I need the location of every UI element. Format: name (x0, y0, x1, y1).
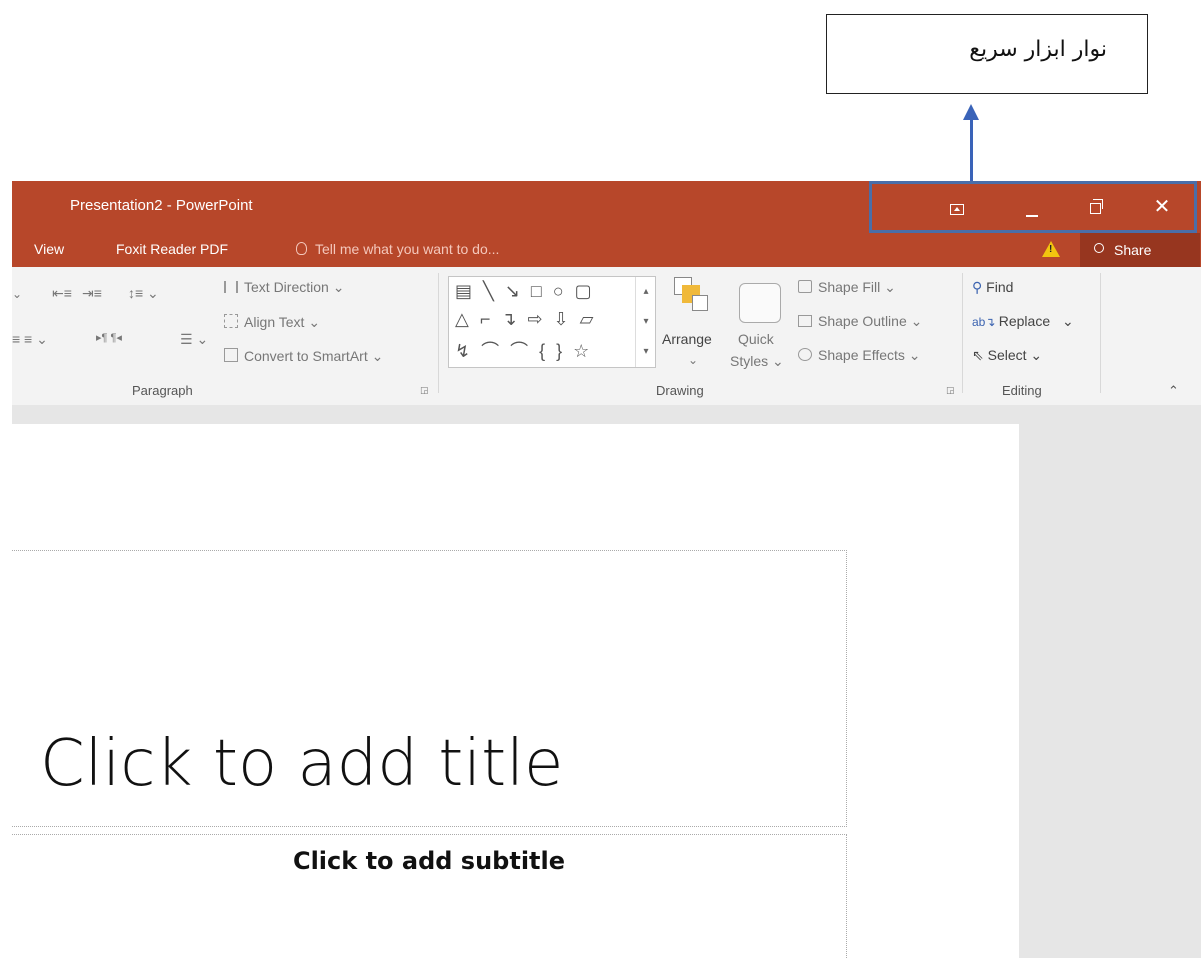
replace-button[interactable]: ab↴ Replace ⌄ (972, 313, 1074, 330)
editing-group-label: Editing (1002, 383, 1042, 398)
shapes-row: △ ⌐ ↴ ⇨ ⇩ ▱ (455, 309, 597, 329)
tell-me-text: Tell me what you want to do... (315, 241, 500, 257)
ribbon-tabs: View Foxit Reader PDF Tell me what you w… (12, 233, 1201, 267)
tab-foxit-reader-pdf[interactable]: Foxit Reader PDF (116, 241, 228, 257)
convert-smartart-button[interactable]: Convert to SmartArt ⌄ (224, 347, 383, 365)
drawing-group-label: Drawing (656, 383, 704, 398)
shape-effects-button[interactable]: Shape Effects ⌄ (798, 347, 921, 364)
increase-indent-icon[interactable]: ⇥≡ (82, 285, 102, 302)
group-separator (1100, 273, 1101, 393)
workspace: Click to add title Click to add subtitle (12, 405, 1201, 958)
arrange-button[interactable]: Arrange (662, 331, 712, 347)
dropdown-arrow-icon[interactable]: ⌄ (12, 287, 22, 301)
decrease-indent-icon[interactable]: ⇤≡ (52, 285, 72, 302)
select-button[interactable]: ⇖ Select ⌄ (972, 347, 1042, 364)
text-direction-icon (224, 281, 238, 293)
shapes-gallery[interactable]: ▤ ╲ ↘ □ ○ ▢ △ ⌐ ↴ ⇨ ⇩ ▱ ↯ ⌒ ⌒ { } ☆ ▴ ▾ … (448, 276, 656, 368)
title-placeholder-text: Click to add title (40, 727, 564, 801)
arrange-dropdown-icon[interactable]: ⌄ (688, 353, 698, 367)
align-text-icon (224, 314, 238, 328)
drawing-dialog-launcher-icon[interactable]: ◲ (946, 385, 955, 396)
shapes-row: ↯ ⌒ ⌒ { } ☆ (455, 341, 593, 361)
text-direction-button[interactable]: Text Direction ⌄ (224, 279, 344, 296)
shape-outline-button[interactable]: Shape Outline ⌄ (798, 313, 922, 330)
annotation-text: نوار ابزار سریع (969, 37, 1107, 62)
arrange-icon[interactable] (674, 277, 710, 317)
group-separator (438, 273, 439, 393)
tell-me-search[interactable]: Tell me what you want to do... (296, 241, 499, 257)
title-placeholder[interactable]: Click to add title (12, 550, 847, 827)
scroll-up-icon[interactable]: ▴ (636, 277, 656, 307)
group-separator (962, 273, 963, 393)
replace-icon: ab↴ (972, 315, 999, 329)
quick-styles-button[interactable]: Styles ⌄ (730, 353, 784, 370)
quick-styles-icon[interactable] (739, 283, 781, 323)
tab-view[interactable]: View (34, 241, 64, 257)
columns-icon[interactable]: ☰ ⌄ (180, 331, 208, 348)
warning-icon[interactable]: ! (1042, 241, 1060, 257)
shapes-row: ▤ ╲ ↘ □ ○ ▢ (455, 281, 595, 301)
subtitle-placeholder-text: Click to add subtitle (292, 847, 566, 875)
slide-canvas[interactable]: Click to add title Click to add subtitle (12, 424, 1019, 958)
window-title: Presentation2 - PowerPoint (70, 197, 253, 214)
smartart-icon (224, 348, 238, 362)
pencil-icon (798, 315, 812, 327)
subtitle-placeholder[interactable]: Click to add subtitle (12, 834, 847, 958)
line-spacing-icon[interactable]: ↕≡ ⌄ (128, 285, 159, 302)
text-direction-ltr-icon[interactable]: ▸¶ ¶◂ (96, 331, 122, 344)
shapes-gallery-scroll[interactable]: ▴ ▾ ▾ (635, 277, 656, 367)
paragraph-dialog-launcher-icon[interactable]: ◲ (420, 385, 429, 396)
share-label: Share (1114, 242, 1152, 258)
paint-bucket-icon (798, 280, 812, 293)
collapse-ribbon-icon[interactable]: ⌃ (1168, 383, 1179, 399)
quick-access-highlight (869, 181, 1197, 233)
lightbulb-icon (296, 242, 307, 255)
annotation-arrow (970, 118, 973, 182)
shape-fill-button[interactable]: Shape Fill ⌄ (798, 279, 896, 296)
ribbon: ⌄ ⇤≡ ⇥≡ ↕≡ ⌄ ≡ ≡ ⌄ ▸¶ ¶◂ ☰ ⌄ Text Direct… (12, 267, 1201, 406)
search-icon: ⚲ (972, 279, 987, 295)
person-icon (1094, 243, 1104, 253)
cursor-icon: ⇖ (972, 347, 988, 363)
align-text-button[interactable]: Align Text ⌄ (224, 313, 320, 331)
more-icon[interactable]: ▾ (636, 337, 656, 367)
shape-effects-icon (798, 348, 812, 361)
find-button[interactable]: ⚲ Find (972, 279, 1013, 296)
paragraph-group-label: Paragraph (132, 383, 193, 398)
quick-label[interactable]: Quick (738, 331, 774, 347)
justify-icon[interactable]: ≡ ≡ ⌄ (12, 331, 48, 348)
scroll-down-icon[interactable]: ▾ (636, 307, 656, 337)
share-button[interactable]: Share (1080, 233, 1200, 267)
annotation-callout: نوار ابزار سریع (826, 14, 1148, 94)
